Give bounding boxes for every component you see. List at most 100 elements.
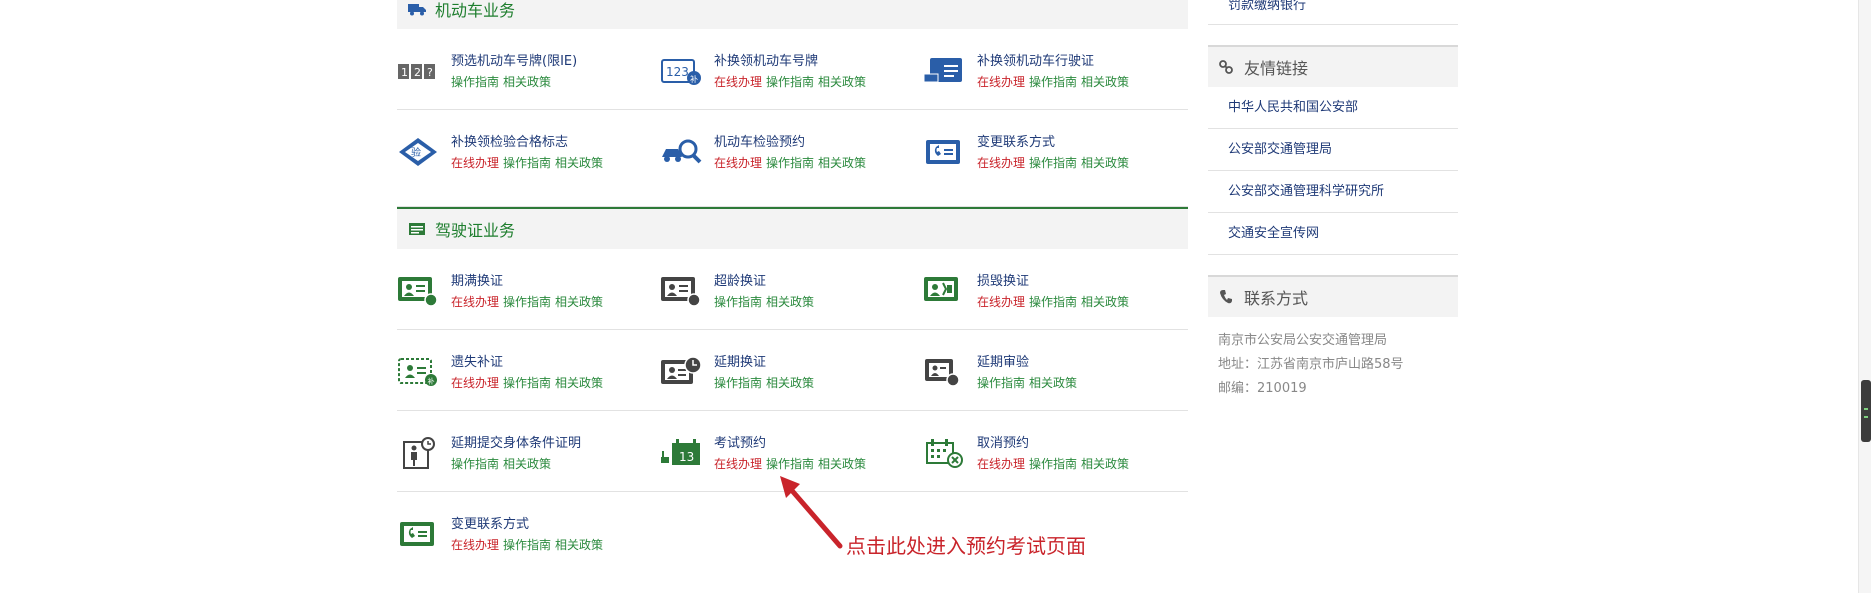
guide-link[interactable]: 操作指南 bbox=[1029, 156, 1077, 170]
item-name[interactable]: 补换领机动车行驶证 bbox=[977, 53, 1129, 71]
fine-payment-bank-link[interactable]: 罚款缴纳银行 bbox=[1208, 0, 1458, 25]
policy-link[interactable]: 相关政策 bbox=[1081, 457, 1129, 471]
guide-link[interactable]: 操作指南 bbox=[977, 376, 1025, 390]
list-item: 取消预约 在线办理 操作指南 相关政策 bbox=[923, 411, 1186, 491]
online-link[interactable]: 在线办理 bbox=[451, 376, 499, 390]
policy-link[interactable]: 相关政策 bbox=[766, 376, 814, 390]
item-name[interactable]: 延期审验 bbox=[977, 354, 1077, 372]
item-name[interactable]: 变更联系方式 bbox=[977, 134, 1129, 152]
list-item: 延期审验 操作指南 相关政策 bbox=[923, 330, 1186, 410]
sidebar: 罚款缴纳银行 友情链接 中华人民共和国公安部 公安部交通管理局 公安部交通管理科… bbox=[1208, 0, 1458, 413]
item-name[interactable]: 机动车检验预约 bbox=[714, 134, 866, 152]
friend-link[interactable]: 交通安全宣传网 bbox=[1208, 213, 1458, 255]
contact-info: 南京市公安局公安交通管理局 地址：江苏省南京市庐山路58号 邮编：210019 bbox=[1208, 317, 1458, 413]
guide-link[interactable]: 操作指南 bbox=[1029, 295, 1077, 309]
online-link[interactable]: 在线办理 bbox=[714, 457, 762, 471]
online-link[interactable]: 在线办理 bbox=[977, 457, 1025, 471]
policy-link[interactable]: 相关政策 bbox=[818, 457, 866, 471]
guide-link[interactable]: 操作指南 bbox=[766, 156, 814, 170]
online-link[interactable]: 在线办理 bbox=[977, 295, 1025, 309]
item-name[interactable]: 延期换证 bbox=[714, 354, 814, 372]
online-link[interactable]: 在线办理 bbox=[451, 295, 499, 309]
friend-link[interactable]: 公安部交通管理科学研究所 bbox=[1208, 171, 1458, 213]
svg-text:1: 1 bbox=[401, 66, 408, 79]
svg-text:补: 补 bbox=[690, 74, 698, 84]
vehicle-section-title: 机动车业务 bbox=[435, 0, 516, 20]
guide-link[interactable]: 操作指南 bbox=[766, 75, 814, 89]
guide-link[interactable]: 操作指南 bbox=[503, 295, 551, 309]
license-section-header: 驾驶证业务 bbox=[397, 207, 1188, 249]
vehicle-license-icon bbox=[923, 53, 965, 89]
guide-link[interactable]: 操作指南 bbox=[766, 457, 814, 471]
lost-reissue-icon: 补 bbox=[397, 354, 439, 390]
delay-renew-icon bbox=[660, 354, 702, 390]
policy-link[interactable]: 相关政策 bbox=[1081, 156, 1129, 170]
guide-link[interactable]: 操作指南 bbox=[1029, 457, 1077, 471]
guide-link[interactable]: 操作指南 bbox=[503, 538, 551, 552]
list-item: 损毁换证 在线办理 操作指南 相关政策 bbox=[923, 249, 1186, 329]
policy-link[interactable]: 相关政策 bbox=[555, 538, 603, 552]
annotation-arrow-icon bbox=[780, 476, 843, 549]
guide-link[interactable]: 操作指南 bbox=[503, 376, 551, 390]
plate-replace-icon: 123 补 bbox=[660, 53, 702, 89]
online-link[interactable]: 在线办理 bbox=[977, 156, 1025, 170]
item-name[interactable]: 延期提交身体条件证明 bbox=[451, 435, 581, 453]
health-proof-icon bbox=[397, 435, 439, 471]
friend-links-title: 友情链接 bbox=[1244, 59, 1309, 78]
delay-review-icon bbox=[923, 354, 965, 390]
exam-booking-link[interactable]: 考试预约 bbox=[714, 435, 866, 453]
policy-link[interactable]: 相关政策 bbox=[1029, 376, 1077, 390]
list-item: 机动车检验预约 在线办理 操作指南 相关政策 bbox=[660, 110, 923, 206]
list-item: 延期提交身体条件证明 操作指南 相关政策 bbox=[397, 411, 660, 491]
online-link[interactable]: 在线办理 bbox=[977, 75, 1025, 89]
policy-link[interactable]: 相关政策 bbox=[1081, 75, 1129, 89]
list-item: 期满换证 在线办理 操作指南 相关政策 bbox=[397, 249, 660, 329]
contact-change-icon bbox=[923, 134, 965, 170]
item-name[interactable]: 补换领机动车号牌 bbox=[714, 53, 866, 71]
online-link[interactable]: 在线办理 bbox=[714, 156, 762, 170]
policy-link[interactable]: 相关政策 bbox=[555, 376, 603, 390]
item-name[interactable]: 超龄换证 bbox=[714, 273, 814, 291]
online-link[interactable]: 在线办理 bbox=[714, 75, 762, 89]
guide-link[interactable]: 操作指南 bbox=[714, 376, 762, 390]
license-row-1: 期满换证 在线办理 操作指南 相关政策 超龄换证 操作指南 相关政策 损毁换证 在线办… bbox=[397, 249, 1188, 330]
license-section-title: 驾驶证业务 bbox=[435, 221, 516, 240]
policy-link[interactable]: 相关政策 bbox=[818, 75, 866, 89]
guide-link[interactable]: 操作指南 bbox=[1029, 75, 1077, 89]
item-name[interactable]: 遗失补证 bbox=[451, 354, 603, 372]
car-inspection-icon bbox=[660, 134, 702, 170]
friend-link[interactable]: 公安部交通管理局 bbox=[1208, 129, 1458, 171]
age-renew-icon bbox=[660, 273, 702, 309]
damaged-renew-icon bbox=[923, 273, 965, 309]
list-item: 补换领机动车行驶证 在线办理 操作指南 相关政策 bbox=[923, 29, 1186, 109]
policy-link[interactable]: 相关政策 bbox=[1081, 295, 1129, 309]
online-link[interactable]: 在线办理 bbox=[451, 538, 499, 552]
guide-link[interactable]: 操作指南 bbox=[714, 295, 762, 309]
guide-link[interactable]: 操作指南 bbox=[503, 156, 551, 170]
policy-link[interactable]: 相关政策 bbox=[503, 75, 551, 89]
vehicle-row-2: 验 补换领检验合格标志 在线办理 操作指南 相关政策 机动车检验预约 在线办理 操作指… bbox=[397, 110, 1188, 207]
inspection-badge-icon: 验 bbox=[397, 134, 439, 170]
friend-link[interactable]: 中华人民共和国公安部 bbox=[1208, 87, 1458, 129]
policy-link[interactable]: 相关政策 bbox=[766, 295, 814, 309]
vertical-scrollbar[interactable] bbox=[1858, 0, 1871, 593]
policy-link[interactable]: 相关政策 bbox=[503, 457, 551, 471]
guide-link[interactable]: 操作指南 bbox=[451, 75, 499, 89]
item-name[interactable]: 损毁换证 bbox=[977, 273, 1129, 291]
contact-line: 地址：江苏省南京市庐山路58号 bbox=[1218, 357, 1404, 372]
cancel-booking-icon bbox=[923, 435, 965, 471]
policy-link[interactable]: 相关政策 bbox=[555, 156, 603, 170]
contact-line: 南京市公安局公安交通管理局 bbox=[1218, 333, 1388, 348]
item-name[interactable]: 变更联系方式 bbox=[451, 516, 603, 534]
svg-text:123: 123 bbox=[666, 65, 689, 79]
list-item: 延期换证 操作指南 相关政策 bbox=[660, 330, 923, 410]
item-name[interactable]: 取消预约 bbox=[977, 435, 1129, 453]
policy-link[interactable]: 相关政策 bbox=[818, 156, 866, 170]
online-link[interactable]: 在线办理 bbox=[451, 156, 499, 170]
item-name[interactable]: 预选机动车号牌(限IE) bbox=[451, 53, 577, 71]
guide-link[interactable]: 操作指南 bbox=[451, 457, 499, 471]
item-name[interactable]: 补换领检验合格标志 bbox=[451, 134, 603, 152]
contact-line: 邮编：210019 bbox=[1218, 381, 1307, 396]
item-name[interactable]: 期满换证 bbox=[451, 273, 603, 291]
policy-link[interactable]: 相关政策 bbox=[555, 295, 603, 309]
